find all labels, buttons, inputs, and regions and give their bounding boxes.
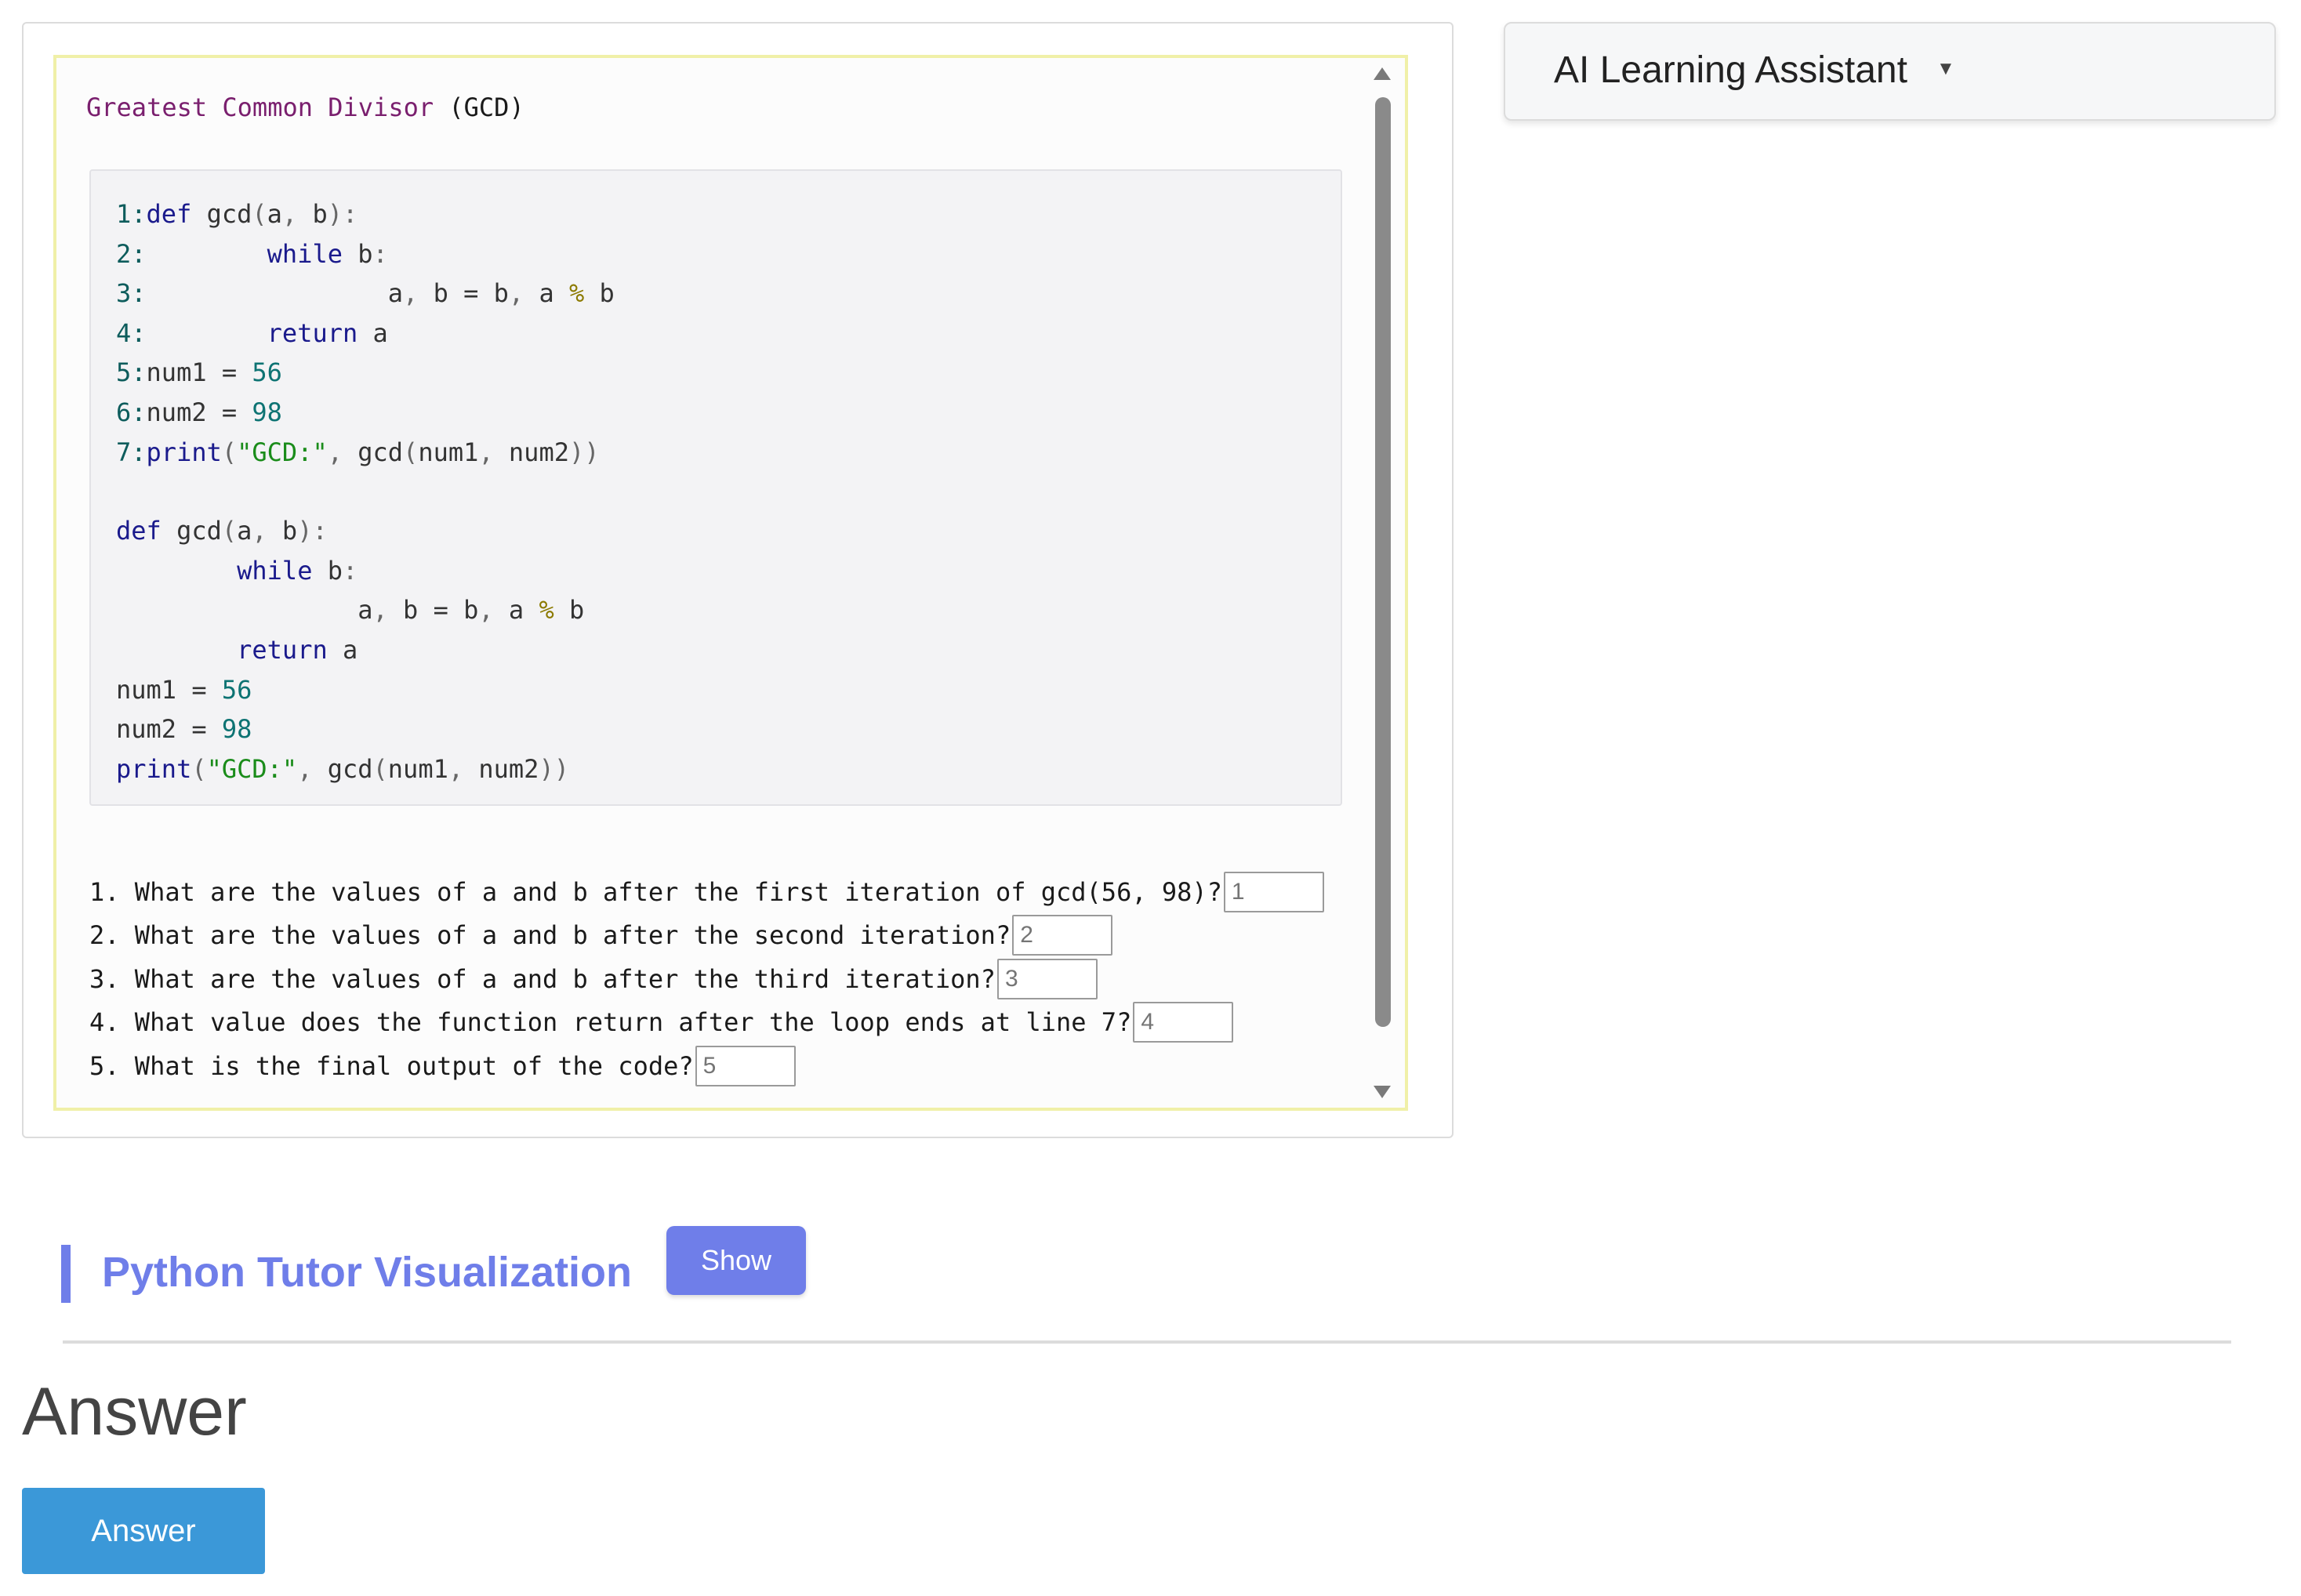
answer-heading: Answer: [22, 1374, 247, 1449]
show-visualization-button[interactable]: Show: [666, 1226, 806, 1295]
ai-assistant-dropdown[interactable]: AI Learning Assistant ▼: [1504, 22, 2276, 121]
problem-title-abbrev: (GCD): [448, 92, 524, 122]
code-text: print("GCD:", gcd(num1, num2)): [146, 437, 600, 467]
question-text: 2. What are the values of a and b after …: [89, 920, 1011, 951]
question-row: 4. What value does the function return a…: [89, 1001, 1324, 1045]
problem-scroll-content: Greatest Common Divisor (GCD) 1:def gcd(…: [56, 58, 1358, 1108]
scrollbar-thumb[interactable]: [1375, 97, 1391, 1027]
code-lines: 1:def gcd(a, b): 2: while b: 3: a, b = b, …: [116, 194, 615, 789]
caret-down-icon: ▼: [1936, 58, 1955, 79]
code-text: return a: [267, 317, 388, 348]
code-line-numbered: 4: return a: [116, 314, 615, 354]
line-number: 4:: [116, 317, 147, 348]
code-text: a, b = b, a % b: [146, 278, 615, 309]
question-row: 3. What are the values of a and b after …: [89, 957, 1324, 1001]
code-text: while b:: [267, 238, 388, 269]
problem-frame: Greatest Common Divisor (GCD) 1:def gcd(…: [53, 55, 1408, 1111]
code-line: a, b = b, a % b: [116, 595, 585, 626]
code-line: while b:: [237, 555, 358, 586]
line-number: 6:: [116, 397, 147, 427]
question-row: 2. What are the values of a and b after …: [89, 914, 1324, 958]
code-line-numbered: 1:def gcd(a, b):: [116, 194, 615, 234]
code-line-numbered: 6:num2 = 98: [116, 393, 615, 433]
code-line: def gcd(a, b):: [116, 516, 328, 546]
question-text: 4. What value does the function return a…: [89, 1007, 1132, 1038]
vertical-scrollbar[interactable]: [1361, 58, 1405, 1108]
code-line: return a: [237, 634, 358, 665]
code-gap: [116, 472, 615, 511]
question-list: 1. What are the values of a and b after …: [89, 870, 1324, 1088]
code-line: num1 = 56: [116, 674, 252, 705]
problem-title-word: Common: [222, 92, 313, 122]
line-number: 2:: [116, 238, 147, 269]
ai-assistant-title: AI Learning Assistant: [1554, 49, 1907, 91]
line-number: 1:: [116, 199, 147, 229]
scroll-up-arrow-icon[interactable]: [1374, 67, 1391, 80]
code-text: num2 = 98: [146, 397, 282, 427]
answer-input-5[interactable]: [695, 1045, 796, 1086]
code-line: print("GCD:", gcd(num1, num2)): [116, 753, 569, 784]
page: Greatest Common Divisor (GCD) 1:def gcd(…: [0, 0, 2301, 1596]
section-divider: [63, 1340, 2231, 1344]
answer-input-2[interactable]: [1012, 915, 1113, 956]
question-text: 1. What are the values of a and b after …: [89, 876, 1222, 907]
answer-button[interactable]: Answer: [22, 1488, 265, 1574]
answer-input-3[interactable]: [996, 958, 1098, 999]
section-accent-bar: [61, 1245, 71, 1303]
problem-title: Greatest Common Divisor (GCD): [86, 92, 524, 122]
line-number: 7:: [116, 437, 147, 467]
code-line: num2 = 98: [116, 714, 252, 745]
code-line-numbered: 2: while b:: [116, 234, 615, 274]
code-text: num1 = 56: [146, 357, 282, 388]
line-number: 5:: [116, 357, 147, 388]
code-text: def gcd(a, b):: [146, 199, 358, 229]
code-line-numbered: 5:num1 = 56: [116, 353, 615, 393]
code-line-numbered: 3: a, b = b, a % b: [116, 274, 615, 314]
problem-title-word: Greatest: [86, 92, 208, 122]
answer-input-1[interactable]: [1223, 871, 1324, 912]
problem-title-word: Divisor: [328, 92, 434, 122]
line-number: 3:: [116, 278, 147, 309]
python-tutor-heading: Python Tutor Visualization: [102, 1249, 633, 1296]
question-text: 5. What is the final output of the code?: [89, 1050, 694, 1081]
question-row: 5. What is the final output of the code?: [89, 1044, 1324, 1088]
question-row: 1. What are the values of a and b after …: [89, 870, 1324, 914]
code-block: 1:def gcd(a, b): 2: while b: 3: a, b = b, …: [89, 169, 1342, 806]
code-line-numbered: 7:print("GCD:", gcd(num1, num2)): [116, 433, 615, 473]
question-text: 3. What are the values of a and b after …: [89, 963, 996, 994]
answer-input-4[interactable]: [1133, 1002, 1234, 1043]
scroll-down-arrow-icon[interactable]: [1374, 1086, 1391, 1098]
